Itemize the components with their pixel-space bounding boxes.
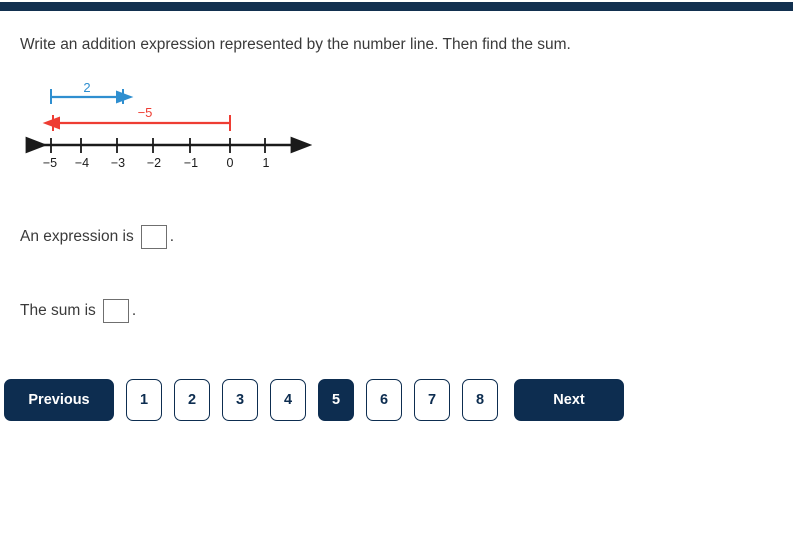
pagination-bar: Previous 1 2 3 4 5 6 7 8 Next [4,379,624,421]
page-button-1[interactable]: 1 [126,379,162,421]
tick-label: −2 [147,156,161,170]
tick-label: −4 [75,156,89,170]
previous-button[interactable]: Previous [4,379,114,421]
tick-label: −3 [111,156,125,170]
expression-prompt-label: An expression is [20,228,134,245]
expression-period: . [169,228,175,245]
page-button-4[interactable]: 4 [270,379,306,421]
question-prompt: Write an addition expression represented… [20,36,571,53]
page-button-5[interactable]: 5 [318,379,354,421]
next-button[interactable]: Next [514,379,624,421]
page-button-3[interactable]: 3 [222,379,258,421]
red-arrow-group: −5 [42,105,231,131]
number-line-diagram: 2 −5 −5 −4 −3 −2 −1 0 1 [10,68,320,173]
number-line-axis: −5 −4 −3 −2 −1 0 1 [25,136,313,170]
sum-input[interactable] [102,299,129,323]
blue-arrow-label: 2 [83,80,90,95]
blue-arrow-group: 2 [50,80,134,104]
tick-label: −1 [184,156,198,170]
page-button-7[interactable]: 7 [414,379,450,421]
sum-answer-row: The sum is . [20,299,136,323]
page-button-2[interactable]: 2 [174,379,210,421]
tick-label: 0 [227,156,234,170]
sum-prompt-label: The sum is [20,302,96,319]
expression-input[interactable] [140,225,167,249]
page-button-6[interactable]: 6 [366,379,402,421]
tick-label: 1 [263,156,270,170]
red-arrow-label: −5 [138,105,153,120]
top-accent-bar [0,2,793,11]
expression-answer-row: An expression is . [20,225,174,249]
sum-period: . [131,302,137,319]
tick-label: −5 [43,156,57,170]
page-button-8[interactable]: 8 [462,379,498,421]
